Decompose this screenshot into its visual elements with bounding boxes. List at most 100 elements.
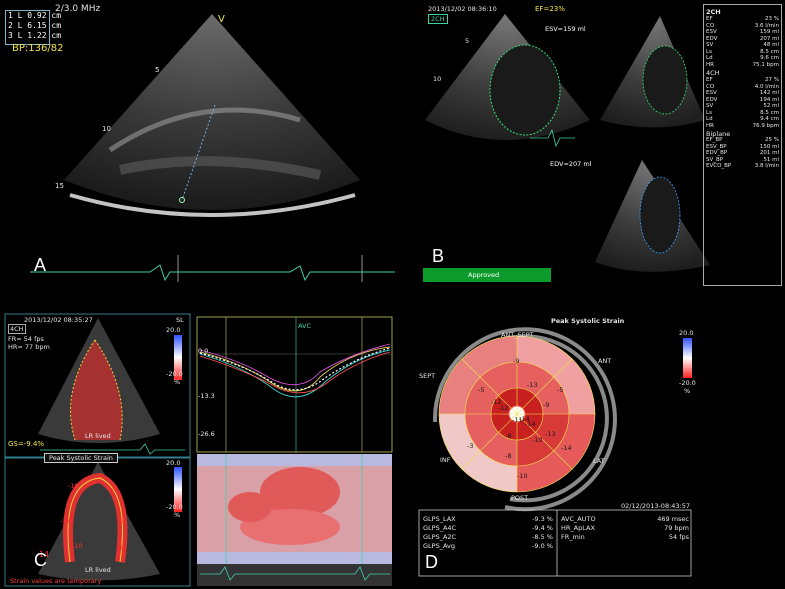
- panel-c-strain: 2013/12/02 08:35:27 4CH FR= 54 fps HR= 7…: [0, 312, 395, 589]
- seg-value-7: -8: [118, 544, 125, 552]
- scale-max-top: 20.0: [166, 326, 181, 334]
- graph-y-2: -26.6: [198, 430, 215, 438]
- edv-value: EDV=207 ml: [550, 160, 592, 168]
- panel-b-depth-10: 10: [433, 75, 442, 83]
- measurement-1: 1 L 0.92 cm: [8, 11, 62, 20]
- bullseye-segment-value: -13: [527, 381, 538, 389]
- summary-row: GLPS_Avg -9.0 %: [423, 542, 553, 551]
- measurement-sidebar: 2CH EF 23 % CO 3.6 l/min ESV 159 ml EDV 207 ml S…: [703, 4, 782, 286]
- depth-label-5: 5: [155, 66, 160, 74]
- panel-letter-b: B: [432, 246, 445, 266]
- summary-key: GLPS_A4C: [423, 524, 457, 532]
- panel-c-heart-rate: HR= 77 bpm: [8, 343, 50, 351]
- summary-key: GLPS_A2C: [423, 533, 457, 541]
- measurement-2: 2 L 6.15 cm: [8, 21, 62, 30]
- scale-unit-top: %: [174, 378, 181, 386]
- panel-d-timestamp: 02/12/2013-08:43:57: [621, 502, 691, 510]
- summary-row: GLPS_LAX -9.3 %: [423, 515, 553, 524]
- sidebar-row-key: HR: [706, 61, 714, 68]
- panel-b-ef-measurement: 2013/12/02 08:36:10 2CH EF=23% ESV=159 m…: [420, 0, 785, 290]
- scale-min-bottom: -20.0: [166, 503, 183, 511]
- summary-key: HR_ApLAX: [561, 524, 595, 532]
- strain-note: Strain values are temporary: [10, 577, 102, 585]
- sidebar-row: HR 75.1 bpm: [706, 62, 779, 69]
- bullseye-segment-value: -13: [545, 430, 556, 438]
- scale-top-label: SL: [176, 316, 184, 324]
- panel-b-view-badge: 2CH: [428, 14, 448, 24]
- bullseye-segment-value: -10: [517, 472, 528, 480]
- wall-ant: ANT: [598, 357, 612, 365]
- summary-key: GLPS_Avg: [423, 542, 455, 550]
- wall-post: POST: [511, 494, 529, 502]
- summary-value: 54 fps: [668, 533, 689, 541]
- panel-a-apical-echo: 1 L 0.92 cm 2 L 6.15 cm 3 L 1.22 cm 2/3.…: [0, 0, 395, 290]
- panel-letter-c: C: [34, 550, 47, 570]
- panel-letter-d: D: [425, 552, 438, 572]
- sidebar-group-4ch-title: 4CH: [706, 69, 720, 77]
- seg-value-5: -9: [118, 517, 125, 525]
- wall-sept: SEPT: [419, 372, 436, 380]
- bullseye-segment-value: -3: [467, 442, 474, 450]
- strain-title: Peak Systolic Strain: [44, 453, 118, 463]
- summary-row: AVC_AUTO 469 msec: [561, 515, 689, 524]
- scale-max-bottom: 20.0: [166, 459, 181, 467]
- sidebar-group-2ch-title: 2CH: [706, 8, 721, 16]
- sidebar-row-value: 3.8 l/min: [754, 163, 779, 169]
- summary-value: 469 msec: [657, 515, 689, 523]
- summary-row: GLPS_A2C -8.5 %: [423, 533, 553, 542]
- sidebar-row-value: 76.9 bpm: [752, 122, 779, 129]
- bullseye-title: Peak Systolic Strain: [551, 317, 625, 325]
- bullseye-segment-value: -12: [498, 404, 509, 412]
- seg-value-2: -9: [110, 484, 117, 492]
- seg-value-6: -10: [72, 542, 83, 550]
- summary-value: 79 bpm: [664, 524, 689, 532]
- scale-unit-bottom: %: [174, 511, 181, 519]
- bullseye-segment-value: -14: [561, 444, 572, 452]
- scale-max: 20.0: [679, 329, 694, 337]
- sidebar-row: EVCO_BP 3.8 l/min: [706, 163, 779, 170]
- panel-b-depth-5: 5: [465, 37, 470, 45]
- graph-y-0: 0.0: [198, 347, 209, 355]
- summary-value: -9.4 %: [532, 524, 553, 532]
- summary-key: FR_min: [561, 533, 585, 541]
- summary-row: HR_ApLAX 79 bpm: [561, 524, 689, 533]
- panel-d-bullseye: Peak Systolic Strain ANT_SEPT ANT SEPT I…: [405, 312, 785, 589]
- approved-label: Approved: [468, 271, 500, 279]
- graph-y-1: -13.3: [198, 392, 215, 400]
- panel-b-timestamp: 2013/12/02 08:36:10: [428, 5, 497, 13]
- summary-value: -8.5 %: [532, 533, 553, 541]
- bullseye-segment-value: -8: [505, 452, 512, 460]
- summary-row: FR_min 54 fps: [561, 533, 689, 542]
- bullseye-segment-value: -5: [557, 386, 564, 394]
- bullseye-segment-value: -5: [478, 386, 485, 394]
- summary-key: GLPS_LAX: [423, 515, 456, 523]
- marker-v: V: [218, 14, 225, 25]
- wall-ant-sept: ANT_SEPT: [501, 331, 534, 339]
- lr-label-bottom: LR lived: [85, 566, 111, 574]
- bullseye-segment-value: -10: [532, 436, 543, 444]
- bullseye-segment-value: -14: [525, 420, 536, 428]
- avc-label: AVC: [298, 322, 312, 330]
- depth-label-15: 15: [55, 182, 64, 190]
- bullseye-segment-value: -9: [513, 357, 520, 365]
- esv-value: ESV=159 ml: [545, 25, 586, 33]
- scale-min-top: -20.0: [166, 370, 183, 378]
- scale-unit: %: [684, 387, 691, 395]
- seg-value-3: -11: [60, 517, 71, 525]
- panel-letter-a: A: [34, 255, 47, 275]
- sidebar-row-value: 75.1 bpm: [752, 61, 779, 68]
- sidebar-row-key: HR: [706, 122, 714, 129]
- scale-min: -20.0: [679, 379, 696, 387]
- wall-inf: INF: [440, 456, 451, 464]
- bullseye-segment-value: -8: [505, 432, 512, 440]
- bullseye-segment-value: -9: [543, 401, 550, 409]
- probe-frequency: 2/3.0 MHz: [55, 4, 101, 14]
- summary-row: GLPS_A4C -9.4 %: [423, 524, 553, 533]
- summary-value: -9.0 %: [532, 542, 553, 550]
- summary-value: -9.3 %: [532, 515, 553, 523]
- ef-value: EF=23%: [535, 5, 565, 13]
- panel-c-timestamp: 2013/12/02 08:35:27: [24, 316, 93, 324]
- lr-label-top: LR lived: [85, 432, 111, 440]
- wall-lat: LAT: [593, 457, 605, 465]
- seg-value-1: -10: [68, 482, 79, 490]
